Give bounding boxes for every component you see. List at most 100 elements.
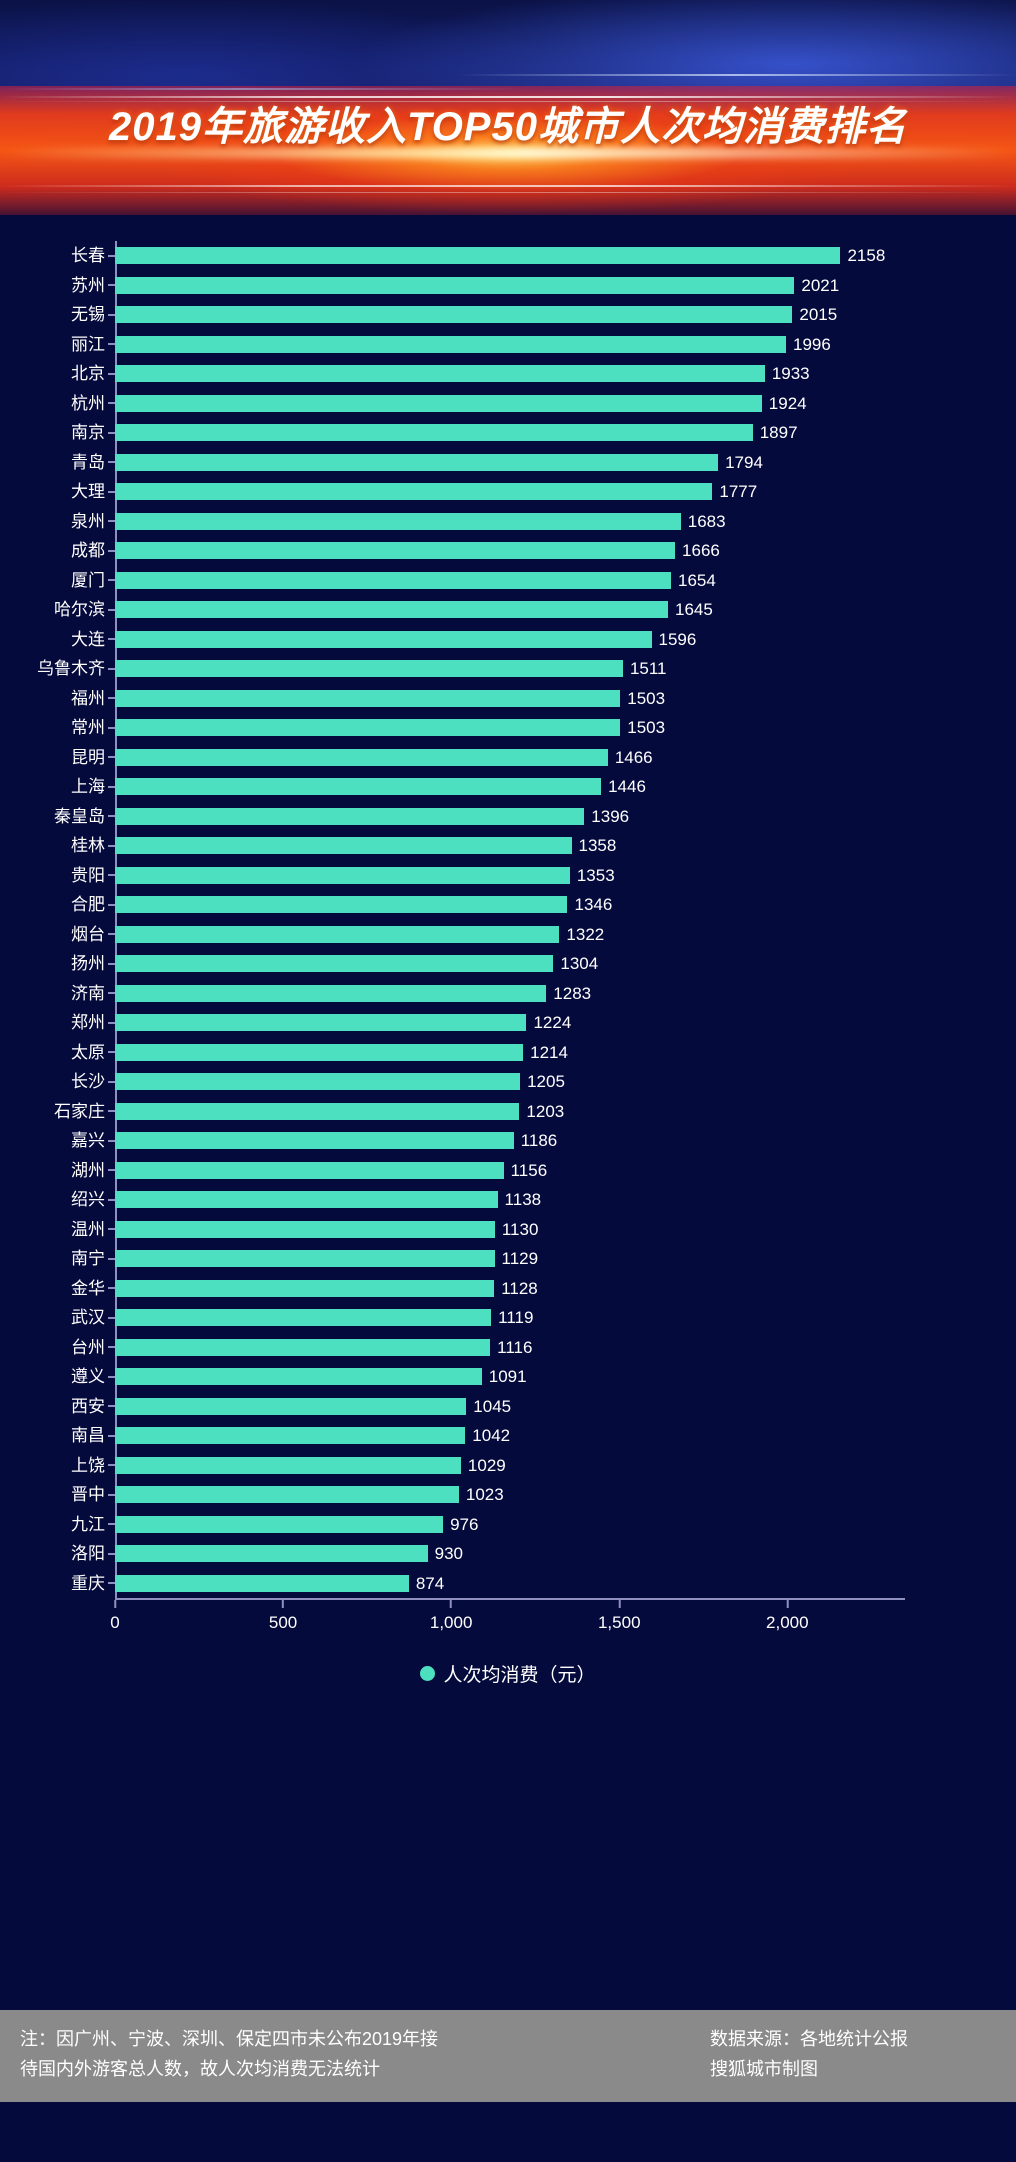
x-tick-mark [282, 1600, 285, 1608]
y-tick-mark [108, 1287, 115, 1290]
bar-row: 武汉 1119 [71, 1303, 905, 1333]
x-tick-mark [618, 1600, 621, 1608]
footer-source-line-2: 搜狐城市制图 [710, 2059, 818, 2079]
bar-value-label: 1045 [473, 1396, 512, 1416]
chart-legend: 人次均消费（元） [0, 1660, 1016, 1687]
y-tick-mark [108, 992, 115, 995]
x-tick-label: 0 [110, 1613, 120, 1632]
y-tick-mark [108, 1198, 115, 1201]
bar-value-label: 1130 [501, 1219, 539, 1239]
footer-note: 注：因广州、宁波、深圳、保定四市未公布2019年接 待国内外游客总人数，故人次均… [20, 2024, 640, 2084]
bar-value-label: 1396 [591, 806, 630, 826]
bar-value-label: 1322 [566, 924, 605, 944]
bar [115, 925, 560, 943]
bar [115, 1486, 459, 1504]
footer-note-line-1: 注：因广州、宁波、深圳、保定四市未公布2019年接 [20, 2029, 439, 2049]
category-label: 长沙 [71, 1072, 105, 1092]
bar-value-label: 2158 [847, 246, 886, 266]
y-tick-mark [108, 461, 115, 464]
bar [115, 601, 668, 619]
category-label: 台州 [71, 1337, 105, 1357]
y-tick-mark [108, 962, 115, 965]
category-label: 苏州 [71, 275, 105, 295]
bar-value-label: 1996 [792, 334, 831, 354]
banner-light-streak-6 [0, 192, 1016, 193]
bar-value-label: 1933 [771, 364, 810, 384]
bar-row: 重庆 874 [71, 1569, 905, 1599]
bar [115, 1279, 495, 1297]
category-label: 合肥 [71, 895, 105, 915]
x-tick-mark [114, 1600, 116, 1608]
bar [115, 1397, 467, 1415]
category-label: 福州 [71, 688, 105, 708]
bar-value-label: 1358 [578, 836, 617, 856]
category-label: 常州 [71, 718, 105, 738]
y-tick-mark [108, 697, 115, 700]
category-label: 大理 [71, 482, 105, 502]
x-tick: 2,000 [766, 1600, 809, 1633]
legend-label: 人次均消费（元） [443, 1665, 596, 1686]
y-tick-mark [108, 1110, 115, 1113]
bar-value-label: 2021 [801, 275, 840, 295]
bar-row: 嘉兴 1186 [71, 1126, 905, 1156]
bar-row: 无锡 2015 [71, 300, 905, 330]
bar [115, 1191, 498, 1209]
bar-value-label: 1023 [465, 1485, 504, 1505]
bar-row: 九江 976 [71, 1510, 905, 1540]
bar-row: 上饶 1029 [71, 1451, 905, 1481]
bar [115, 689, 621, 707]
bar [115, 778, 602, 796]
bar-row: 哈尔滨 1645 [54, 595, 905, 625]
category-label: 南宁 [71, 1249, 105, 1269]
bar-row: 绍兴 1138 [71, 1185, 905, 1215]
bar-value-label: 1029 [467, 1455, 506, 1475]
bar [115, 1043, 524, 1061]
category-label: 成都 [71, 541, 105, 561]
bar-value-label: 1897 [759, 423, 798, 443]
bar-value-label: 930 [434, 1544, 463, 1564]
x-tick-label: 1,000 [429, 1613, 473, 1632]
category-label: 大连 [71, 629, 105, 649]
bar [115, 748, 608, 766]
y-tick-mark [108, 1523, 115, 1526]
y-tick-mark [108, 844, 115, 847]
bar-value-label: 1116 [497, 1337, 533, 1357]
y-tick-mark [108, 1080, 115, 1083]
y-tick-mark [108, 785, 115, 788]
category-label: 济南 [71, 983, 105, 1003]
bar-row: 湖州 1156 [71, 1156, 905, 1186]
y-tick-mark [108, 254, 115, 257]
y-tick-mark [108, 756, 115, 759]
category-label: 金华 [71, 1278, 105, 1298]
bar [115, 365, 765, 383]
category-label: 湖州 [71, 1160, 105, 1180]
banner-light-streak-1 [0, 88, 529, 90]
category-label: 洛阳 [71, 1544, 105, 1564]
footer-source: 数据来源：各地统计公报 搜狐城市制图 [710, 2024, 1010, 2084]
bar-value-label: 1186 [520, 1131, 558, 1151]
x-tick: 0 [110, 1600, 120, 1633]
y-tick-mark [108, 372, 115, 375]
category-label: 哈尔滨 [54, 600, 105, 620]
x-tick: 1,000 [429, 1600, 473, 1633]
category-label: 丽江 [71, 334, 105, 354]
x-axis-ticks: 0 500 1,000 1,500 2,000 [110, 1600, 905, 1634]
y-tick-mark [108, 1139, 115, 1142]
bar-value-label: 874 [415, 1573, 445, 1593]
bar-value-label: 976 [450, 1514, 479, 1534]
bar [115, 1309, 492, 1327]
y-tick-mark [108, 1552, 115, 1555]
bar-row: 丽江 1996 [71, 330, 905, 360]
y-tick-mark [108, 1257, 115, 1260]
category-label: 青岛 [71, 452, 105, 472]
bar-row: 台州 1116 [71, 1333, 905, 1363]
bar [115, 571, 672, 589]
y-tick-mark [108, 549, 115, 552]
bar-row: 晋中 1023 [71, 1480, 905, 1510]
category-label: 石家庄 [54, 1101, 105, 1121]
bar-row: 常州 1503 [71, 713, 905, 743]
y-tick-mark [108, 815, 115, 818]
bar-value-label: 1353 [576, 865, 615, 885]
bar [115, 483, 713, 501]
category-label: 昆明 [71, 747, 105, 767]
